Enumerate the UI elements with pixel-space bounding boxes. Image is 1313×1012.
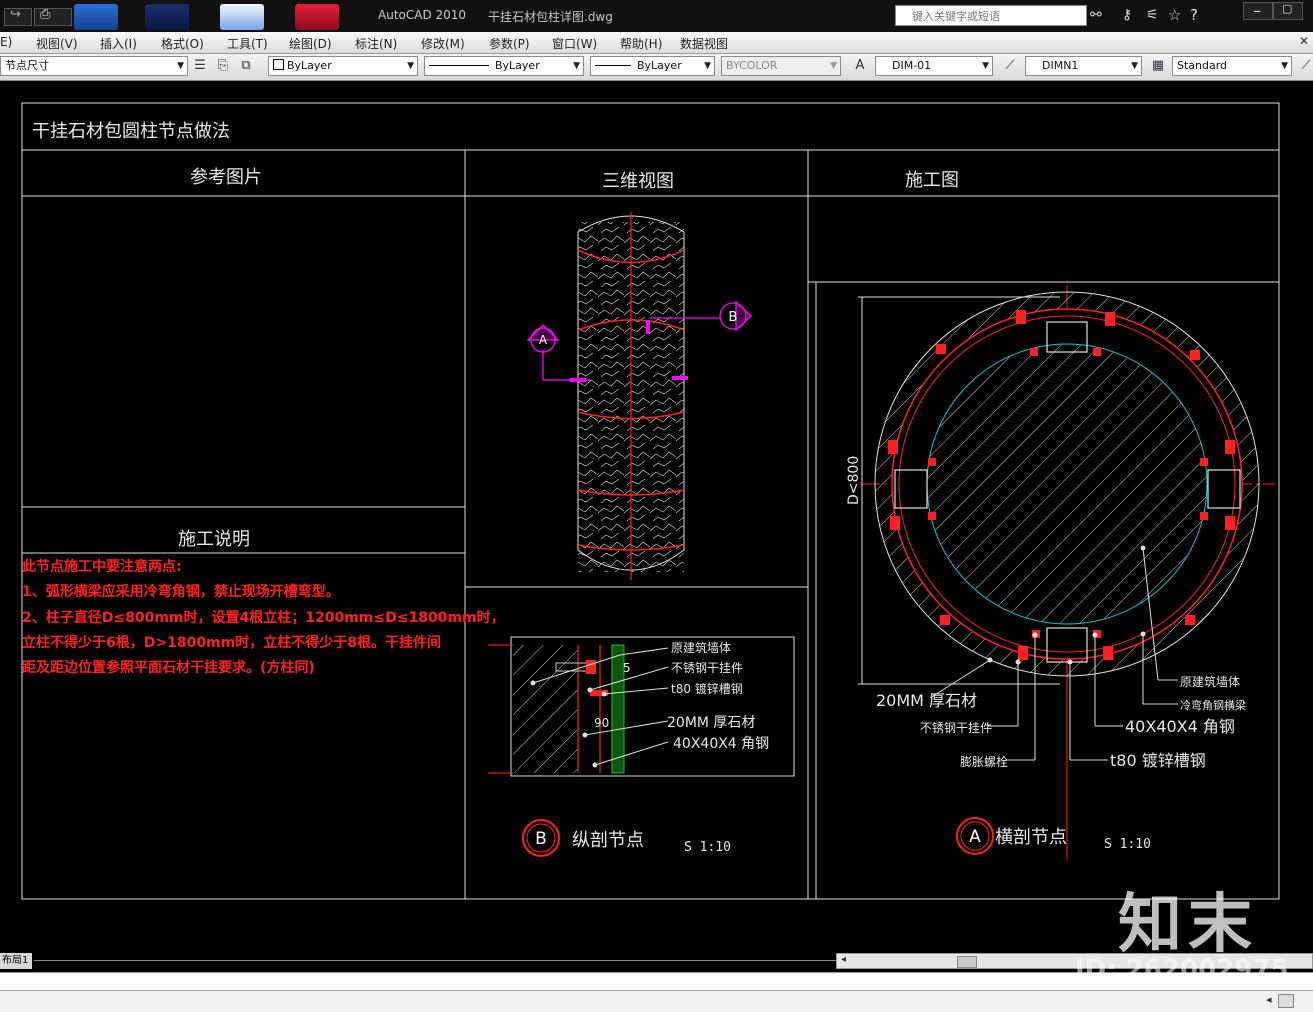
title-bar: ↪ ⎙ AutoCAD 2010 干挂石材包柱详图.dwg 键入关键字或短语 ⚯… [0,0,1313,33]
watermark-id: ID: 262002975 [1075,955,1289,985]
table-style-icon[interactable]: ▦ [1150,58,1166,74]
redo-icon[interactable]: ↪ [4,7,32,26]
a-label-hanger: 不锈钢干挂件 [920,721,992,735]
section-a-scale: S 1:10 [1104,837,1151,852]
section-b-scale: S 1:10 [684,840,731,855]
menu-edit[interactable]: E) [0,35,12,49]
scroll-left-icon[interactable]: ◂ [841,954,846,965]
b-label-angle: 40X40X4 角钢 [673,736,769,752]
star-icon[interactable]: ☆ [1168,6,1181,24]
menu-format[interactable]: 格式(O) [161,35,204,52]
a-dim-label: D<800 [846,456,862,505]
linetype-dropdown[interactable]: ByLayer ▼ [424,56,584,76]
key-icon[interactable]: ⚷ [1122,7,1132,23]
scroll-thumb[interactable] [957,956,977,968]
drawing-svg: A B 原建筑墙体 不锈钢干挂件 t80 镀锌槽钢 20MM 厚石材 40X40… [21,102,1280,900]
a-label-wall: 原建筑墙体 [1180,674,1240,689]
scroll-left-arrow-icon[interactable]: ◂ [1266,993,1272,1006]
help-icon[interactable]: ? [1190,6,1198,24]
section-a-title: 横剖节点 [995,827,1067,848]
b-dim-5: 5 [623,661,631,675]
menu-bar: E) 视图(V) 插入(I) 格式(O) 工具(T) 绘图(D) 标注(N) 修… [0,32,1313,54]
section-a-plan [858,285,1275,860]
marker-a: A [969,827,981,847]
layer-state-icon[interactable]: ⧉ [238,58,254,74]
drawing-canvas[interactable]: A B 原建筑墙体 不锈钢干挂件 t80 镀锌槽钢 20MM 厚石材 40X40… [0,81,1313,951]
notes-header: 施工说明 [178,529,250,550]
b-label-stone: 20MM 厚石材 [667,715,755,731]
multileader-icon[interactable]: ⟋ [1298,58,1313,74]
exchange-icon[interactable]: ⚟ [1146,7,1159,23]
note-line-3: 立柱不得少于6根，D>1800mm时，立柱不得少于8根。干挂件间 [22,635,441,651]
menu-dimension[interactable]: 标注(N) [355,35,397,52]
menu-parametric[interactable]: 参数(P) [489,35,530,52]
menu-draw[interactable]: 绘图(D) [289,35,332,52]
search-placeholder: 键入关键字或短语 [912,10,1000,23]
app-icon-3[interactable] [220,4,264,30]
maximize-button[interactable]: ▢ [1273,2,1303,20]
menu-insert[interactable]: 插入(I) [100,35,137,52]
note-line-2: 2、柱子直径D≤800mm时，设置4根立柱；1200mm≤D≤1800mm时， [22,610,505,626]
marker-b-small: B [729,310,738,325]
dimstyle-icon[interactable]: ⟋ [1002,58,1018,74]
reference-header: 参考图片 [190,167,262,188]
note-line-4: 距及距边位置参照平面石材干挂要求。(方柱同) [22,660,315,676]
note-line-0: 此节点施工中要注意两点: [22,559,182,575]
a-label-bolt: 膨胀螺栓 [960,754,1008,769]
app-title: AutoCAD 2010 [378,8,467,22]
3d-view-header: 三维视图 [602,171,674,192]
properties-toolbar: 节点尺寸 ▼ ☰ ⎘ ⧉ ByLayer ▼ ByLayer ▼ ByLayer ▼ B… [0,54,1313,81]
menu-window[interactable]: 窗口(W) [552,35,597,52]
tab-divider [34,960,836,961]
file-title: 干挂石材包柱详图.dwg [488,10,613,24]
b-label-channel: t80 镀锌槽钢 [671,682,743,696]
menu-dataview[interactable]: 数据视图 [680,35,728,52]
b-label-wall: 原建筑墙体 [671,640,731,655]
dimension-style-dropdown[interactable]: DIMN1 ▼ [1025,56,1142,76]
layer-manager-icon[interactable]: ☰ [192,58,208,74]
column-3d-view [526,212,752,580]
photoshop-icon[interactable] [145,4,189,30]
minimize-button[interactable]: – [1243,1,1273,20]
marker-a-small: A [539,333,548,347]
app-icon-4[interactable] [295,4,339,30]
b-label-hanger: 不锈钢干挂件 [671,661,743,675]
layer-prev-icon[interactable]: ⎘ [215,58,231,74]
dimstyle-dropdown[interactable]: 节点尺寸 ▼ [0,56,188,76]
a-label-beam: 冷弯角钢横梁 [1180,698,1246,712]
lineweight-dropdown[interactable]: ByLayer ▼ [590,56,715,76]
a-label-stone: 20MM 厚石材 [876,691,977,710]
a-label-angle: 40X40X4 角钢 [1125,717,1235,736]
search-input[interactable]: 键入关键字或短语 [895,5,1087,26]
scroll-box[interactable] [1278,994,1294,1008]
app-icon-1[interactable] [74,4,118,30]
color-dropdown[interactable]: ByLayer ▼ [268,56,418,76]
a-label-channel: t80 镀锌槽钢 [1110,751,1206,770]
menu-help[interactable]: 帮助(H) [620,35,662,52]
tablestyle-dropdown[interactable]: Standard ▼ [1172,56,1292,76]
print-icon[interactable]: ⎙ [34,7,72,26]
b-dim-90: 90 [594,716,609,730]
menu-tools[interactable]: 工具(T) [227,35,268,52]
note-line-1: 1、弧形横梁应采用冷弯角钢，禁止现场开槽弯型。 [22,584,340,600]
layout-tab[interactable]: 布局1 [0,953,32,969]
watermark-logo: 知末 [1118,888,1258,962]
binoculars-icon[interactable]: ⚯ [1090,7,1102,23]
menu-modify[interactable]: 修改(M) [421,35,465,52]
construction-header: 施工图 [905,170,959,191]
close-doc-icon[interactable]: ✕ [1299,34,1309,48]
sheet-title: 干挂石材包圆柱节点做法 [32,121,230,142]
menu-view[interactable]: 视图(V) [36,35,78,52]
marker-b: B [535,829,547,849]
plotstyle-dropdown[interactable]: BYCOLOR ▼ [721,56,841,76]
section-b-title: 纵剖节点 [572,830,644,851]
textstyle-dropdown[interactable]: DIM-01 ▼ [875,56,993,76]
bottom-status-bar: ◂ [0,990,1313,1012]
text-style-icon[interactable]: A [852,58,868,74]
